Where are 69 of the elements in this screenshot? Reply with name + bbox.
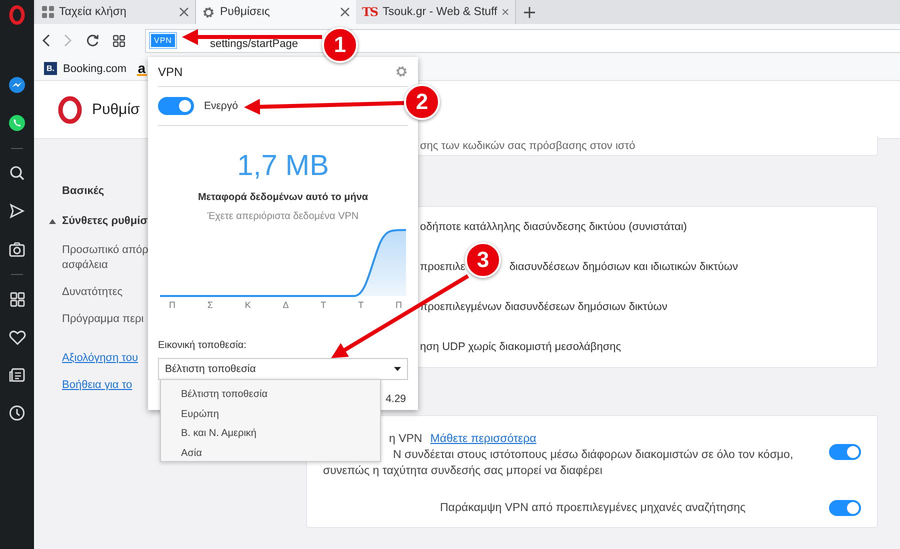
nav-item[interactable]: Δυνατότητες (62, 285, 123, 300)
setting-label: προεπιλεγμένων διασυνδέσεων δημόσιων δικτύων (420, 301, 668, 313)
browser-tab[interactable]: Ρυθμίσεις (196, 0, 356, 24)
back-icon[interactable] (42, 34, 50, 47)
url-text: settings/startPage (210, 38, 298, 50)
data-note: Έχετε απεριόριστα δεδομένα VPN (206, 211, 360, 222)
day-label: Σ (207, 300, 213, 310)
new-tab-icon[interactable] (524, 6, 535, 18)
close-icon[interactable] (502, 7, 509, 17)
dropdown-option[interactable]: Ευρώπη (161, 404, 380, 424)
close-icon[interactable] (179, 7, 189, 17)
nav-item[interactable]: Προσωπικό απόρ ασφάλεια (62, 243, 148, 273)
data-usage: 1,7 MB (236, 150, 330, 182)
opera-logo (58, 96, 82, 124)
messenger-icon[interactable] (8, 76, 26, 94)
nav-item[interactable]: Πρόγραμμα περι (62, 312, 144, 327)
heart-icon[interactable] (8, 330, 26, 344)
send-icon[interactable] (9, 203, 25, 219)
setting-description: συνεπώς η ταχύτητα συνδεσής σας μπορεί να διαφέρει (322, 464, 604, 478)
setting-label: οδήποτε κατάλληλης διασύνδεσης δικτύου (συνιστάται) (420, 221, 687, 233)
setting-description: N συνδέεται στους ιστότοπους μέσω διάφορων διακομιστών σε όλο τον κόσμο, (392, 448, 794, 462)
news-icon[interactable] (9, 368, 25, 382)
help-link[interactable]: Βοήθεια για το (62, 378, 132, 393)
whatsapp-icon[interactable] (8, 114, 26, 132)
page-title: Ρυθμίσ (92, 101, 140, 118)
setting-label: σης των κωδικών σας πρόσβασης στον ιστό (420, 140, 636, 152)
opera-logo[interactable] (9, 5, 25, 25)
toggle-switch[interactable] (158, 97, 194, 115)
gear-icon (202, 6, 215, 18)
site-favicon: TS (362, 5, 378, 19)
bookmark-link[interactable]: Booking.com (63, 62, 127, 74)
camera-icon[interactable] (9, 242, 25, 256)
reload-icon[interactable] (86, 34, 99, 47)
clock-icon[interactable] (9, 405, 25, 421)
expand-arrow-icon[interactable] (49, 219, 56, 224)
ip-address: 4.29 (386, 393, 406, 405)
day-label: Π (395, 300, 402, 310)
day-label: Κ (244, 300, 251, 310)
dropdown-option[interactable]: Β. και Ν. Αμερική (161, 424, 380, 444)
status-label: Ενεργό (204, 100, 238, 112)
settings-icon[interactable] (395, 65, 408, 78)
popup-title: VPN (158, 64, 183, 78)
nav-item[interactable]: Βασικές (62, 184, 104, 199)
dropdown-option[interactable]: Ασία (161, 444, 380, 463)
day-label: Τ (320, 300, 326, 310)
setting-label: προεπιλε (420, 261, 466, 273)
day-label: Δ (282, 300, 289, 310)
help-link[interactable]: Αξιολόγηση του (62, 351, 138, 366)
setting-label: ηση UDP χωρίς διακομιστή μεσολάβησης (420, 341, 622, 353)
search-icon[interactable] (9, 165, 25, 181)
speed-dial-icon (42, 6, 54, 18)
setting-label: διασυνδέσεων δημόσιων και ιδιωτικών δικτύων (509, 261, 738, 273)
usage-label: Μεταφορά δεδομένων αυτό το μήνα (196, 192, 370, 203)
toggle-switch[interactable] (829, 444, 861, 460)
setting-label: Παράκαμψη VPN από προεπιλεγμένες μηχανές αναζήτησης (440, 502, 746, 514)
nav-item[interactable]: Σύνθετες ρυθμίσ (62, 214, 148, 229)
toggle-switch[interactable] (829, 500, 861, 516)
browser-tab[interactable]: Ταχεία κλήση (36, 0, 196, 24)
day-label: Τ (358, 300, 364, 310)
site-favicon[interactable]: B. (44, 62, 57, 75)
browser-tab[interactable]: TS Tsouk.gr - Web & Stuff (356, 0, 516, 24)
speed-dial-icon[interactable] (10, 292, 24, 306)
dropdown-option[interactable]: Βέλτιστη τοποθεσία (161, 385, 380, 404)
day-label: Π (169, 300, 176, 310)
location-label: Εικονική τοποθεσία: (158, 340, 248, 351)
speed-dial-icon[interactable] (113, 34, 125, 46)
close-icon[interactable] (340, 7, 350, 17)
setting-label: η VPN (389, 432, 422, 446)
learn-more-link[interactable]: Μάθετε περισσότερα (430, 432, 536, 446)
